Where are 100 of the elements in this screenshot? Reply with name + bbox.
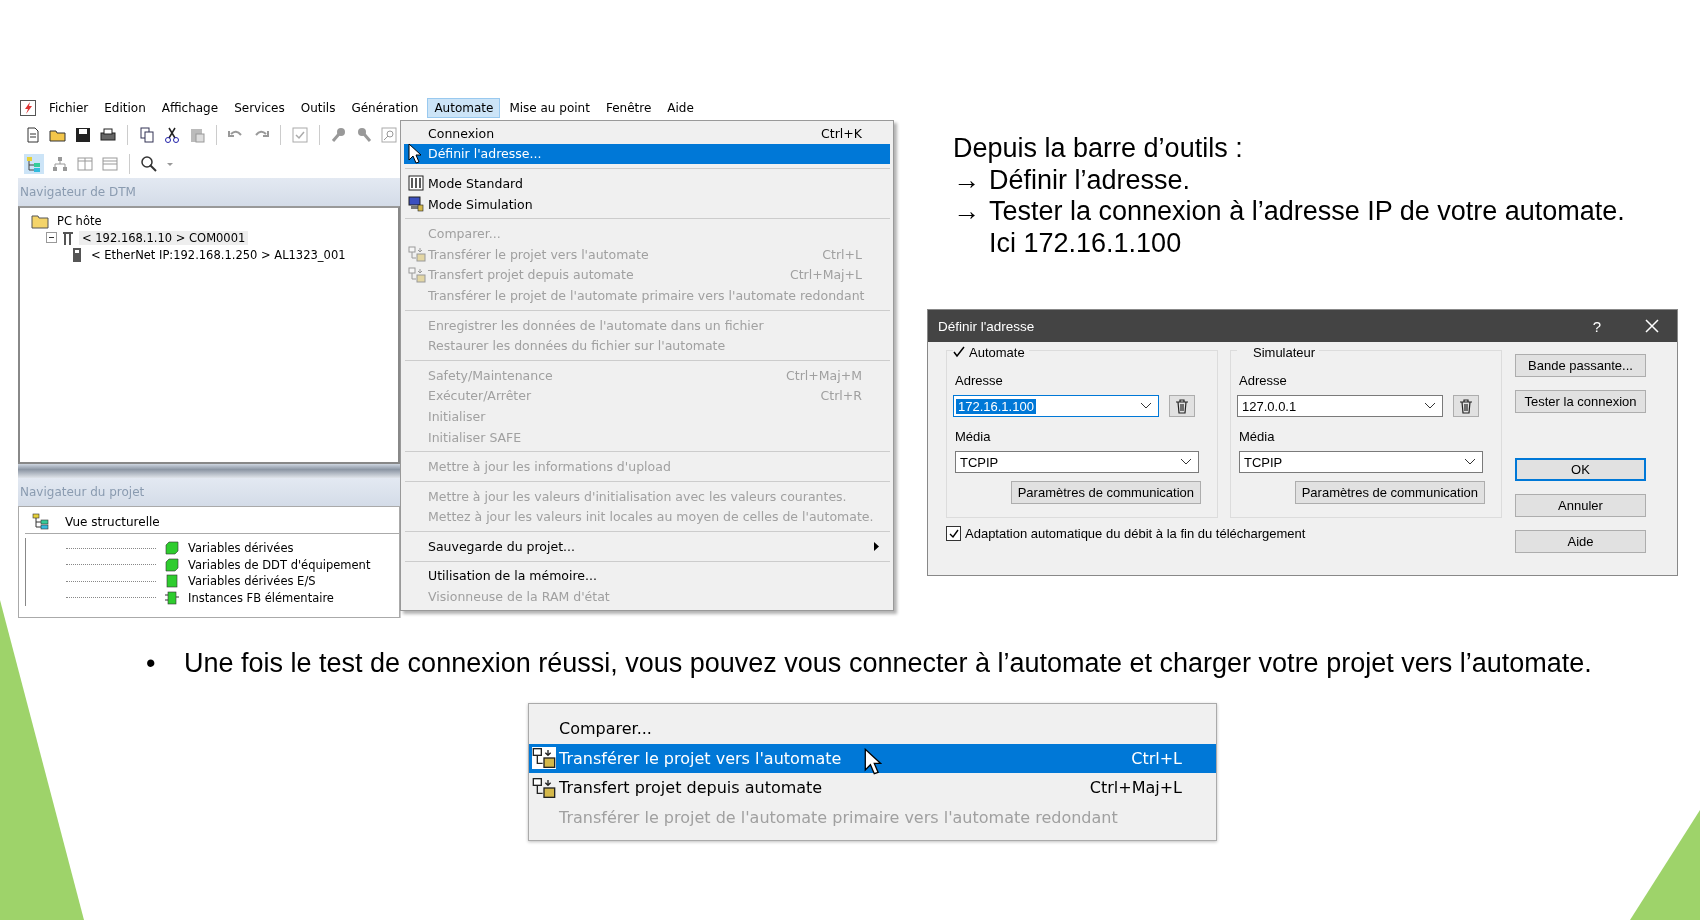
columns-icon[interactable] — [76, 154, 94, 173]
dialog-button[interactable]: Aide — [1515, 530, 1646, 553]
checkbox-label: Adaptation automatique du débit à la fin du téléchargement — [965, 526, 1306, 541]
square-icon — [164, 574, 180, 589]
tree-item[interactable]: Instances FB élémentaire — [188, 590, 334, 605]
tree-item[interactable]: < 192.168.1.10 > COM0001 — [79, 230, 249, 245]
transfer-icon — [532, 747, 556, 770]
menu-item[interactable]: Utilisation de la mémoire... — [404, 565, 890, 587]
checkmark-icon[interactable] — [291, 125, 309, 144]
help-button[interactable]: ? — [1592, 317, 1601, 335]
menu-item[interactable]: Mode Simulation — [404, 193, 890, 215]
group-label: Simulateur — [1253, 344, 1316, 360]
group-label: Automate — [969, 344, 1025, 360]
transfer-icon — [408, 266, 426, 283]
menu-item[interactable]: Connexion Ctrl+K — [404, 123, 890, 144]
wrench-icon[interactable] — [330, 125, 348, 144]
mouse-pointer-icon — [864, 748, 882, 775]
submenu-arrow-icon — [874, 541, 880, 551]
menu-bar-item[interactable]: Automate — [427, 97, 501, 118]
menu-bar-item[interactable]: Affichage — [154, 97, 226, 118]
chevron-down-icon — [1424, 402, 1436, 410]
tree-item[interactable]: Variables dérivées E/S — [188, 574, 316, 589]
checkbox[interactable] — [946, 526, 961, 541]
mouse-pointer-icon — [408, 143, 422, 164]
zoom-icon[interactable] — [140, 154, 158, 173]
tree-view-icon — [31, 513, 51, 531]
menu-bar-item[interactable]: Edition — [97, 97, 153, 118]
wrench-icon[interactable] — [355, 125, 373, 144]
field-label: Adresse — [955, 373, 1004, 388]
instruction-note: Ici 172.16.1.100 — [989, 227, 1182, 258]
hierarchy-icon[interactable] — [51, 154, 69, 173]
menu-bar-item[interactable]: Fenêtre — [598, 97, 659, 118]
media-combo-box[interactable]: TCPIP — [955, 451, 1199, 473]
communication-settings-button[interactable]: Paramètres de communication — [1294, 481, 1485, 504]
menu-bar-item[interactable]: Services — [227, 97, 292, 118]
menu-bar-item[interactable]: Aide — [660, 97, 701, 118]
communication-settings-button[interactable]: Paramètres de communication — [1010, 481, 1201, 504]
transfer-icon — [408, 246, 426, 263]
menu-item[interactable]: Transfert projet depuis automate Ctrl+Maj+L — [529, 773, 1216, 803]
trash-icon — [1459, 398, 1473, 414]
tree-item[interactable]: PC hôte — [54, 213, 105, 228]
tree-item[interactable]: Variables de DDT d'équipement — [188, 557, 371, 572]
function-block-icon — [164, 590, 180, 605]
rows-icon[interactable] — [101, 154, 119, 173]
trash-icon — [1175, 398, 1189, 414]
folder-icon — [31, 212, 49, 229]
menu-bar-item[interactable]: Génération — [344, 97, 426, 118]
menu-item[interactable]: Sauvegarde du projet... — [404, 536, 890, 557]
instruction-step: Définir l’adresse. — [989, 164, 1191, 196]
mode-standard-icon — [408, 175, 424, 192]
dialog-button[interactable]: Tester la connexion — [1515, 390, 1646, 413]
bullet-text: Une fois le test de connexion réussi, vous pouvez vous connecter à l’automate et charger votre projet vers l’automate. — [184, 648, 1592, 679]
panel-title: Navigateur du projet — [18, 478, 400, 506]
save-icon[interactable] — [74, 125, 92, 144]
menu-item[interactable]: Comparer... — [529, 714, 1216, 744]
menu-bar-item[interactable]: Fichier — [42, 97, 96, 118]
instruction-heading: Depuis la barre d’outils : — [953, 133, 1244, 165]
dialog-button[interactable]: Bande passante... — [1515, 354, 1646, 377]
chevron-down-icon — [1464, 458, 1476, 466]
view-label: Vue structurelle — [65, 515, 160, 529]
new-file-icon[interactable] — [24, 125, 42, 144]
copy-icon[interactable] — [138, 125, 156, 144]
delete-button[interactable] — [1169, 395, 1195, 417]
tree-item[interactable]: < EtherNet IP:192.168.1.250 > AL1323_001 — [88, 247, 349, 262]
field-label: Média — [955, 429, 992, 444]
dialog-button[interactable]: Annuler — [1515, 494, 1646, 517]
splitter-bar[interactable] — [18, 464, 400, 478]
dialog-button[interactable]: OK — [1515, 458, 1646, 481]
address-combo-box[interactable]: 127.0.0.1 — [1237, 395, 1443, 417]
field-label: Média — [1239, 429, 1276, 444]
close-icon[interactable] — [1645, 319, 1659, 333]
chevron-down-icon — [1140, 402, 1152, 410]
transfer-icon — [532, 776, 556, 799]
delete-button[interactable] — [1453, 395, 1479, 417]
tree-item[interactable]: Variables dérivées — [188, 541, 294, 556]
panel-title: Navigateur de DTM — [18, 178, 400, 206]
menu-item[interactable]: Définir l'adresse... — [404, 143, 890, 165]
search-icon[interactable] — [380, 125, 398, 144]
cut-icon[interactable] — [163, 125, 181, 144]
menu-item[interactable]: Transférer le projet vers l'automate Ctrl+L — [529, 743, 1216, 773]
menu-bar-item[interactable]: Mise au point — [502, 97, 597, 118]
tree-view-icon[interactable] — [24, 153, 44, 174]
arrow-marker: → — [953, 164, 975, 196]
instruction-step: Tester la connexion à l’adresse IP de votre automate. — [989, 196, 1625, 228]
field-label: Adresse — [1239, 373, 1288, 388]
device-icon — [71, 246, 83, 263]
computer-icon — [408, 196, 424, 213]
menu-bar-item[interactable]: Outils — [293, 97, 343, 118]
chevron-down-icon — [1180, 458, 1192, 466]
print-icon[interactable] — [99, 125, 117, 144]
arrow-marker: → — [953, 196, 975, 228]
media-combo-box[interactable]: TCPIP — [1239, 451, 1483, 473]
bullet-marker: • — [146, 648, 157, 679]
collapse-toggle-icon[interactable] — [46, 232, 57, 243]
connector-icon — [62, 229, 74, 246]
dialog-title: Définir l'adresse — [938, 318, 1036, 334]
block-icon — [164, 557, 180, 572]
address-combo-box[interactable]: 172.16.1.100 — [953, 395, 1159, 417]
menu-item[interactable]: Mode Standard — [404, 173, 890, 194]
block-icon — [164, 541, 180, 556]
